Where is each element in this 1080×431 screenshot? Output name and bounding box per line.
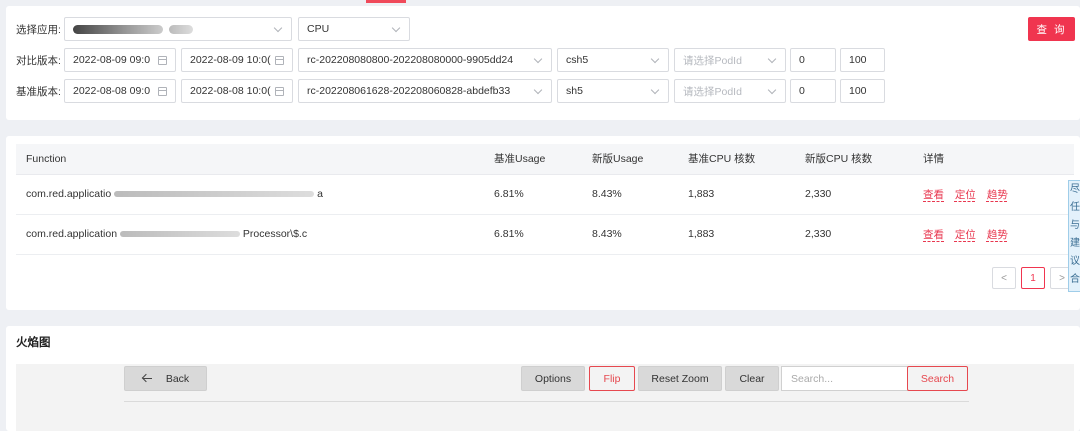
calendar-icon	[275, 55, 284, 65]
base-cluster-select[interactable]: sh5	[557, 79, 669, 103]
calendar-icon	[158, 55, 167, 65]
chevron-down-icon	[651, 56, 660, 65]
pagination-prev-button[interactable]: <	[992, 267, 1016, 289]
compare-version-select[interactable]: rc-202208080800-202208080000-9905dd24	[298, 48, 552, 72]
table-row: com.red.applicatio a 6.81% 8.43% 1,883 2…	[16, 174, 1074, 215]
compare-min-input[interactable]: 0	[790, 48, 836, 72]
new-usage-cell: 8.43%	[582, 214, 678, 255]
pagination-page-1[interactable]: 1	[1021, 267, 1045, 289]
base-min-input[interactable]: 0	[790, 79, 836, 103]
column-header: 详情	[913, 144, 1074, 175]
base-cores-cell: 1,883	[678, 174, 795, 215]
chevron-down-icon	[534, 56, 543, 65]
filter-panel: 选择应用: CPU 查 询 对比版本: 2022-08-09 09:0 2022…	[6, 6, 1080, 120]
chevron-down-icon	[534, 87, 543, 96]
redacted-text	[119, 231, 240, 238]
base-version-label: 基准版本:	[16, 85, 61, 98]
base-end-date-input[interactable]: 2022-08-08 10:0(	[181, 79, 293, 103]
base-cores-cell: 1,883	[678, 214, 795, 255]
flame-divider	[124, 401, 969, 402]
chevron-down-icon	[651, 87, 660, 96]
table-row: com.red.application Processor\$.c 6.81% …	[16, 214, 1074, 255]
clear-button[interactable]: Clear	[725, 366, 779, 391]
compare-version-label: 对比版本:	[16, 54, 61, 67]
trend-link[interactable]: 趋势	[987, 229, 1008, 241]
flame-search-input[interactable]: Search...	[781, 366, 909, 391]
compare-end-date-input[interactable]: 2022-08-09 10:0(	[181, 48, 293, 72]
view-link[interactable]: 查看	[923, 229, 944, 241]
trend-link[interactable]: 趋势	[987, 189, 1008, 201]
chevron-down-icon	[392, 25, 401, 34]
actions-cell: 查看 定位 趋势	[913, 214, 1074, 255]
results-panel: Function 基准Usage 新版Usage 基准CPU 核数 新版CPU …	[6, 136, 1080, 310]
app-select-value-redacted	[73, 23, 274, 35]
redacted-text	[114, 191, 315, 198]
view-link[interactable]: 查看	[923, 189, 944, 201]
base-version-select[interactable]: rc-202208061628-202208060828-abdefb33	[298, 79, 552, 103]
chevron-down-icon	[768, 56, 777, 65]
app-select[interactable]	[64, 17, 292, 41]
metric-select-value: CPU	[307, 23, 330, 35]
table-header-row: Function 基准Usage 新版Usage 基准CPU 核数 新版CPU …	[16, 144, 1074, 175]
compare-start-date-input[interactable]: 2022-08-09 09:0	[64, 48, 176, 72]
flip-button[interactable]: Flip	[589, 366, 635, 391]
base-pod-select[interactable]: 请选择PodId	[674, 79, 786, 103]
new-cores-cell: 2,330	[795, 214, 913, 255]
calendar-icon	[158, 86, 167, 96]
flame-graph-panel: 火焰图 Back Options Flip Reset Zoom Clear S…	[6, 326, 1080, 431]
function-cell: com.red.application Processor\$.c	[16, 214, 484, 255]
base-max-input[interactable]: 100	[840, 79, 885, 103]
active-tab-indicator	[366, 0, 406, 3]
base-usage-cell: 6.81%	[484, 174, 582, 215]
column-header: 基准Usage	[484, 144, 582, 175]
chevron-down-icon	[274, 25, 283, 34]
column-header: 基准CPU 核数	[678, 144, 795, 175]
back-button[interactable]: Back	[124, 366, 207, 391]
column-header: 新版CPU 核数	[795, 144, 913, 175]
flame-graph-area: Back Options Flip Reset Zoom Clear Searc…	[16, 364, 1074, 431]
search-button[interactable]: Search	[907, 366, 968, 391]
app-select-label: 选择应用:	[16, 23, 61, 36]
app-select-row: 选择应用:	[6, 17, 66, 41]
results-table: Function 基准Usage 新版Usage 基准CPU 核数 新版CPU …	[16, 144, 1074, 255]
column-header: 新版Usage	[582, 144, 678, 175]
new-usage-cell: 8.43%	[582, 174, 678, 215]
options-button[interactable]: Options	[521, 366, 585, 391]
compare-pod-select[interactable]: 请选择PodId	[674, 48, 786, 72]
function-cell: com.red.applicatio a	[16, 174, 484, 215]
compare-cluster-select[interactable]: csh5	[557, 48, 669, 72]
query-button[interactable]: 查 询	[1028, 17, 1075, 41]
new-cores-cell: 2,330	[795, 174, 913, 215]
base-start-date-input[interactable]: 2022-08-08 09:0	[64, 79, 176, 103]
base-usage-cell: 6.81%	[484, 214, 582, 255]
base-version-row: 基准版本:	[6, 79, 66, 103]
chevron-down-icon	[768, 87, 777, 96]
compare-max-input[interactable]: 100	[840, 48, 885, 72]
reset-zoom-button[interactable]: Reset Zoom	[638, 366, 722, 391]
arrow-left-icon	[142, 374, 152, 384]
side-tooltip: 尽 任 与 建 议 合	[1068, 180, 1080, 292]
actions-cell: 查看 定位 趋势	[913, 174, 1074, 215]
locate-link[interactable]: 定位	[955, 189, 976, 201]
compare-version-row: 对比版本:	[6, 48, 66, 72]
column-header: Function	[16, 144, 484, 175]
locate-link[interactable]: 定位	[955, 229, 976, 241]
flame-graph-title: 火焰图	[16, 337, 51, 349]
calendar-icon	[275, 86, 284, 96]
metric-select[interactable]: CPU	[298, 17, 410, 41]
